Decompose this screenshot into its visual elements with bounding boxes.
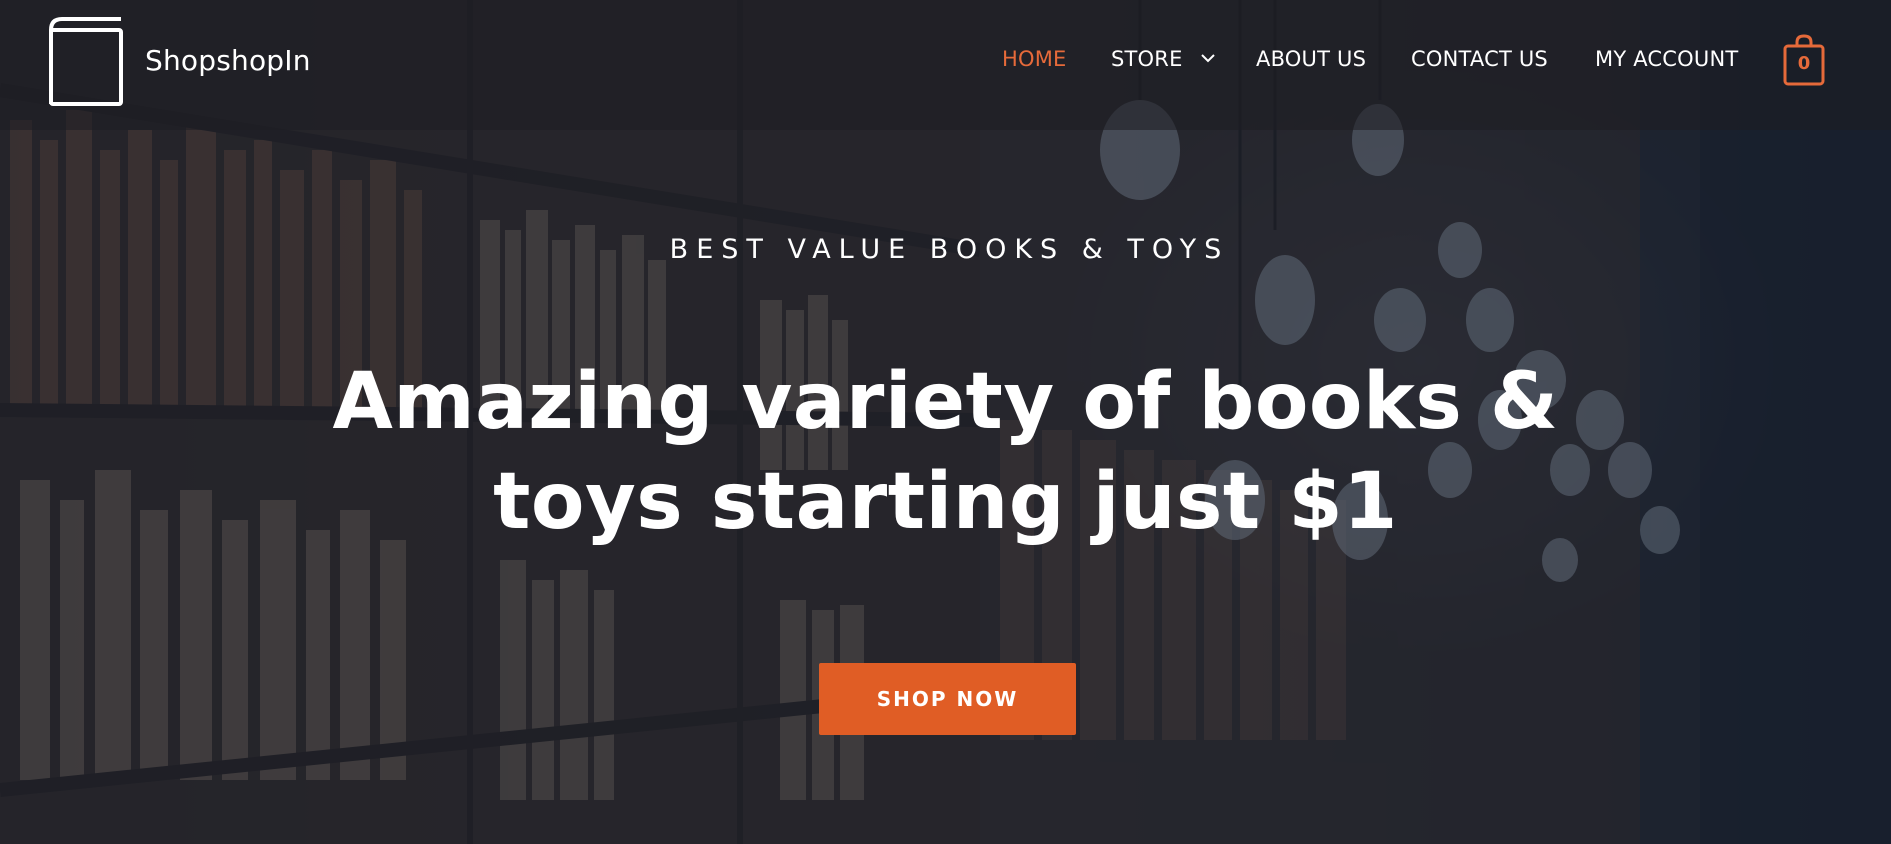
nav-item-contact-us[interactable]: CONTACT US [1411, 47, 1548, 71]
nav-item-home[interactable]: HOME [1002, 47, 1067, 71]
nav-item-store-label: STORE [1111, 47, 1183, 71]
hero-headline: Amazing variety of books & toys starting… [332, 357, 1559, 547]
main-navigation: HOME STORE ABOUT US CONTACT US MY ACCOUN… [0, 47, 1891, 77]
site-header: ShopshopIn HOME STORE ABOUT US CONTACT U… [0, 0, 1891, 130]
cart-button[interactable]: 0 [1783, 34, 1825, 86]
hero-eyebrow: BEST VALUE BOOKS & TOYS [669, 234, 1230, 265]
chevron-down-icon [1201, 53, 1216, 62]
cart-count-badge: 0 [1797, 53, 1811, 74]
nav-item-my-account[interactable]: MY ACCOUNT [1595, 47, 1738, 71]
nav-item-about-us[interactable]: ABOUT US [1256, 47, 1366, 71]
nav-item-store[interactable]: STORE [1111, 47, 1216, 71]
shop-now-button[interactable]: SHOP NOW [819, 663, 1076, 735]
